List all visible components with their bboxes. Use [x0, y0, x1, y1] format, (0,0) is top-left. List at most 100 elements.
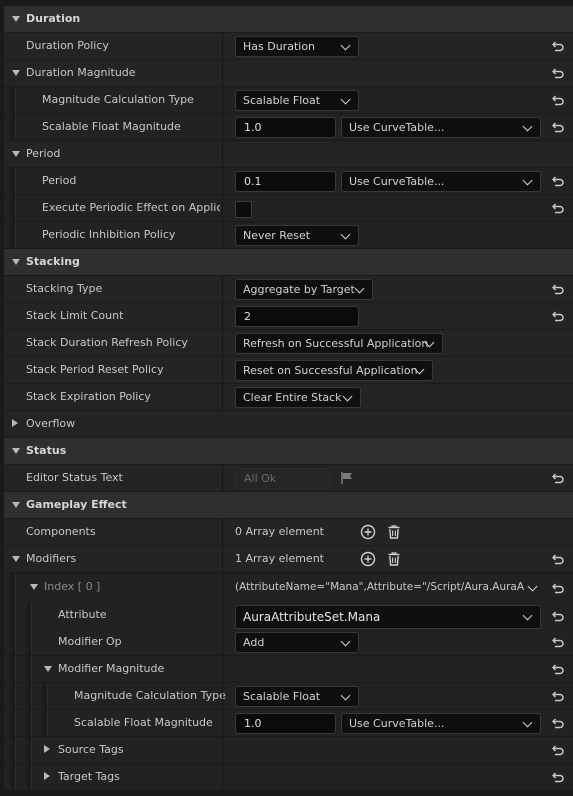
reset-to-default-icon[interactable]	[551, 581, 565, 595]
duration-policy-dropdown[interactable]: Has Duration	[235, 36, 359, 57]
attribute-dropdown[interactable]: AuraAttributeSet.Mana	[235, 605, 541, 629]
reset-to-default-icon[interactable]	[551, 39, 565, 53]
property-label: Duration Magnitude	[26, 66, 136, 79]
property-label: Scalable Float Magnitude	[42, 120, 181, 133]
category-label: Status	[26, 444, 67, 457]
property-label: Target Tags	[58, 770, 120, 783]
reset-to-default-icon[interactable]	[551, 743, 565, 757]
reset-to-default-icon[interactable]	[551, 309, 565, 323]
property-label: Modifiers	[26, 552, 77, 565]
curve-table-dropdown[interactable]: Use CurveTable...	[341, 117, 541, 138]
property-label: Stack Limit Count	[26, 309, 124, 322]
period-input[interactable]: 0.1	[235, 171, 336, 192]
editor-status-field: All Ok	[235, 468, 332, 489]
details-panel: Duration Duration Policy Has Duration Du…	[0, 0, 573, 796]
reset-to-default-icon[interactable]	[551, 93, 565, 107]
property-period: Period 0.1 Use CurveTable...	[4, 168, 573, 194]
property-scalable-float-magnitude: Scalable Float Magnitude 1.0 Use CurveTa…	[4, 114, 573, 140]
reset-to-default-icon[interactable]	[551, 609, 565, 623]
reset-to-default-icon[interactable]	[551, 552, 565, 566]
mod-calc-type-dropdown[interactable]: Scalable Float	[235, 686, 359, 707]
execute-periodic-checkbox[interactable]	[235, 201, 252, 218]
property-modifiers[interactable]: Modifiers 1 Array element	[4, 546, 573, 572]
delete-trash-icon[interactable]	[386, 524, 402, 540]
property-label: Source Tags	[58, 743, 124, 756]
reset-to-default-icon[interactable]	[551, 66, 565, 80]
stacking-type-dropdown[interactable]: Aggregate by Target	[235, 279, 373, 300]
expand-arrow-icon[interactable]	[10, 438, 22, 464]
property-stack-reset-policy: Stack Period Reset Policy Reset on Succe…	[4, 357, 573, 383]
expand-arrow-icon[interactable]	[10, 546, 22, 572]
reset-to-default-icon[interactable]	[551, 120, 565, 134]
category-duration[interactable]: Duration	[4, 6, 573, 32]
calc-type-dropdown[interactable]: Scalable Float	[235, 90, 359, 111]
reset-to-default-icon[interactable]	[551, 201, 565, 215]
property-duration-magnitude[interactable]: Duration Magnitude	[4, 60, 573, 86]
chevron-down-icon	[340, 94, 351, 105]
add-element-icon[interactable]	[360, 524, 376, 540]
delete-trash-icon[interactable]	[386, 551, 402, 567]
chevron-down-icon	[527, 581, 538, 592]
inhibition-policy-dropdown[interactable]: Never Reset	[235, 225, 359, 246]
property-label: Modifier Op	[58, 635, 122, 648]
property-label: Scalable Float Magnitude	[74, 716, 213, 729]
reset-to-default-icon[interactable]	[551, 689, 565, 703]
property-modifier-op: Modifier Op Add	[4, 629, 573, 655]
add-element-icon[interactable]	[360, 551, 376, 567]
stack-limit-input[interactable]: 2	[235, 306, 359, 327]
mod-scalable-float-input[interactable]: 1.0	[235, 713, 336, 734]
property-period-group[interactable]: Period	[4, 141, 573, 167]
property-magnitude-calc-type: Magnitude Calculation Type Scalable Floa…	[4, 87, 573, 113]
reset-to-default-icon[interactable]	[551, 770, 565, 784]
property-label: Periodic Inhibition Policy	[42, 228, 176, 241]
reset-to-default-icon[interactable]	[551, 174, 565, 188]
expand-arrow-icon[interactable]	[10, 141, 22, 167]
expand-arrow-icon[interactable]	[8, 411, 20, 437]
reset-to-default-icon[interactable]	[551, 471, 565, 485]
property-periodic-inhibition: Periodic Inhibition Policy Never Reset	[4, 222, 573, 248]
chevron-down-icon	[522, 610, 533, 621]
property-label: Modifier Magnitude	[58, 662, 165, 675]
expand-arrow-icon[interactable]	[10, 249, 22, 275]
property-stack-refresh-policy: Stack Duration Refresh Policy Refresh on…	[4, 330, 573, 356]
index-label: Index [ 0 ]	[44, 580, 101, 593]
expand-arrow-icon[interactable]	[10, 492, 22, 518]
reset-to-default-icon[interactable]	[551, 662, 565, 676]
expand-arrow-icon[interactable]	[28, 574, 40, 600]
chevron-down-icon	[342, 391, 353, 402]
expand-arrow-icon[interactable]	[40, 737, 52, 763]
modifier-index-0[interactable]: Index [ 0 ] (AttributeName="Mana",Attrib…	[4, 573, 573, 602]
category-gameplay-effect[interactable]: Gameplay Effect	[4, 492, 573, 518]
expand-arrow-icon[interactable]	[10, 6, 22, 32]
curve-table-dropdown[interactable]: Use CurveTable...	[341, 713, 541, 734]
expand-arrow-icon[interactable]	[10, 60, 22, 86]
category-stacking[interactable]: Stacking	[4, 249, 573, 275]
property-mod-calc-type: Magnitude Calculation Type Scalable Floa…	[4, 683, 573, 709]
category-label: Stacking	[26, 255, 80, 268]
expand-arrow-icon[interactable]	[40, 764, 52, 790]
property-overflow[interactable]: Overflow	[4, 411, 573, 437]
chevron-down-icon	[354, 283, 365, 294]
reset-policy-dropdown[interactable]: Reset on Successful Application	[235, 360, 433, 381]
property-label: Stacking Type	[26, 282, 103, 295]
modifier-op-dropdown[interactable]: Add	[235, 632, 359, 653]
expand-arrow-icon[interactable]	[42, 656, 54, 682]
expiration-policy-dropdown[interactable]: Clear Entire Stack	[235, 387, 361, 408]
property-duration-policy: Duration Policy Has Duration	[4, 33, 573, 59]
property-stack-expiration-policy: Stack Expiration Policy Clear Entire Sta…	[4, 384, 573, 410]
property-source-tags[interactable]: Source Tags	[4, 737, 573, 763]
reset-to-default-icon[interactable]	[551, 282, 565, 296]
index-dropdown[interactable]	[522, 578, 540, 599]
reset-to-default-icon[interactable]	[551, 635, 565, 649]
property-stack-limit: Stack Limit Count 2	[4, 303, 573, 329]
status-flag-icon[interactable]	[340, 471, 354, 485]
property-modifier-magnitude[interactable]: Modifier Magnitude	[4, 656, 573, 682]
reset-to-default-icon[interactable]	[551, 716, 565, 730]
scalable-float-input[interactable]: 1.0	[235, 117, 336, 138]
refresh-policy-dropdown[interactable]: Refresh on Successful Application	[235, 333, 443, 354]
property-label: Overflow	[26, 417, 76, 430]
curve-table-dropdown[interactable]: Use CurveTable...	[341, 171, 541, 192]
category-status[interactable]: Status	[4, 438, 573, 464]
property-label: Stack Period Reset Policy	[26, 363, 164, 376]
property-target-tags[interactable]: Target Tags	[4, 764, 573, 790]
